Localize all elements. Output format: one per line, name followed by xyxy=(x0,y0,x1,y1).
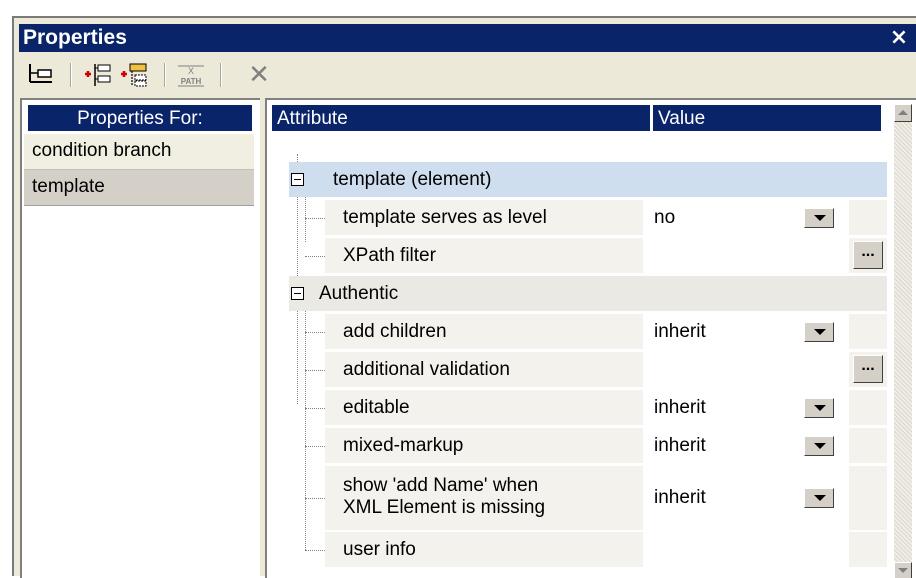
element-tree-icon xyxy=(29,64,52,83)
list-item-template[interactable]: template xyxy=(24,170,254,206)
group-row-authentic: Authentic xyxy=(267,275,897,312)
delete-icon: ✕ xyxy=(248,60,270,90)
property-row[interactable]: user info xyxy=(267,531,897,568)
vertical-scrollbar[interactable] xyxy=(894,104,912,578)
group-label: Authentic xyxy=(319,283,399,304)
add-attribute-button[interactable] xyxy=(82,60,116,90)
attribute-name: show 'add Name' when xyxy=(343,475,539,496)
attribute-name: user info xyxy=(343,539,416,560)
scroll-up-icon[interactable] xyxy=(894,104,912,122)
property-row[interactable]: template serves as level no xyxy=(267,199,897,236)
delete-button[interactable]: ✕ xyxy=(242,60,276,90)
dropdown-arrow-icon[interactable] xyxy=(804,208,834,228)
add-attribute-icon xyxy=(85,64,111,86)
properties-for-header: Properties For: xyxy=(27,104,253,132)
property-row[interactable]: editable inherit xyxy=(267,389,897,426)
element-tree-button[interactable] xyxy=(24,60,58,90)
window-title: Properties xyxy=(23,26,127,49)
attribute-name: additional validation xyxy=(343,359,510,380)
dropdown-arrow-icon[interactable] xyxy=(804,488,834,508)
list-item-condition-branch[interactable]: condition branch xyxy=(24,134,254,170)
close-button[interactable]: × xyxy=(888,24,910,52)
attribute-name: XPath filter xyxy=(343,245,436,266)
attribute-value[interactable]: inherit xyxy=(654,389,706,426)
attribute-name: template serves as level xyxy=(343,207,547,228)
attribute-grid: Attribute Value template (element) templ… xyxy=(265,98,916,578)
attribute-name: editable xyxy=(343,397,410,418)
collapse-icon[interactable] xyxy=(291,173,304,186)
group-label: template (element) xyxy=(333,169,492,190)
property-row[interactable]: show 'add Name' when XML Element is miss… xyxy=(267,465,897,531)
attribute-value[interactable]: no xyxy=(654,199,675,236)
xpath-icon: X PATH xyxy=(178,65,204,87)
toolbar: X PATH ✕ xyxy=(14,54,916,96)
property-row[interactable]: additional validation ... xyxy=(267,351,897,388)
property-row[interactable]: add children inherit xyxy=(267,313,897,350)
value-column-header[interactable]: Value xyxy=(652,104,882,132)
attribute-value[interactable]: inherit xyxy=(654,465,706,531)
attribute-column-header[interactable]: Attribute xyxy=(271,104,651,132)
ellipsis-button[interactable]: ... xyxy=(853,355,883,383)
dropdown-arrow-icon[interactable] xyxy=(804,322,834,342)
properties-for-panel: Properties For: condition branch templat… xyxy=(20,98,260,578)
property-row[interactable]: mixed-markup inherit xyxy=(267,427,897,464)
properties-window: Properties × X PATH ✕ Properties For: co… xyxy=(12,16,916,578)
xpath-bottom-label: PATH xyxy=(181,77,202,86)
add-attribute-group-icon xyxy=(121,63,147,87)
add-attribute-group-button[interactable] xyxy=(118,60,152,90)
attribute-value[interactable]: inherit xyxy=(654,313,706,350)
title-bar[interactable]: Properties × xyxy=(19,24,916,52)
xpath-button[interactable]: X PATH xyxy=(174,60,208,90)
dropdown-arrow-icon[interactable] xyxy=(804,436,834,456)
attribute-name: add children xyxy=(343,321,447,342)
attribute-name-line2: XML Element is missing xyxy=(343,497,546,518)
property-row[interactable]: XPath filter ... xyxy=(267,237,897,274)
xpath-top-label: X xyxy=(188,66,194,76)
ellipsis-button[interactable]: ... xyxy=(853,241,883,269)
attribute-value[interactable]: inherit xyxy=(654,427,706,464)
attribute-name: mixed-markup xyxy=(343,435,464,456)
group-row-template-element: template (element) xyxy=(267,161,897,198)
dropdown-arrow-icon[interactable] xyxy=(804,398,834,418)
collapse-icon[interactable] xyxy=(291,287,304,300)
